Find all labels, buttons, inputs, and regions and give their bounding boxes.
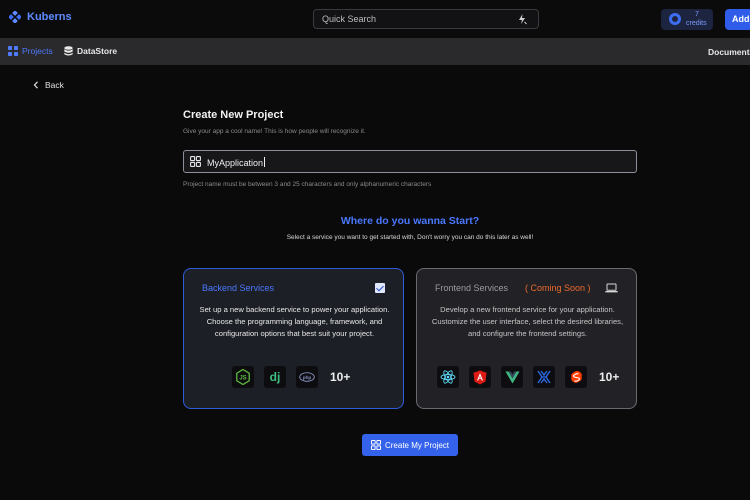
card-description: Develop a new frontend service for your …	[431, 305, 624, 338]
nav-bar: Projects DataStore Documentation	[0, 38, 750, 65]
backend-selected-checkbox[interactable]	[375, 283, 385, 293]
more-technologies: 10+	[599, 370, 620, 384]
start-heading: Where do you wanna Start?	[340, 215, 480, 227]
svelte-icon	[565, 366, 587, 388]
nav-item-datastore[interactable]: DataStore	[64, 46, 117, 56]
credits-label: credits	[686, 20, 707, 27]
top-bar: Kuberns Quick Search 7 credits Add New	[0, 0, 750, 38]
create-project-button[interactable]: Create My Project	[362, 434, 458, 456]
page-title: Create New Project	[183, 109, 284, 121]
quick-search-input[interactable]: Quick Search	[313, 9, 539, 29]
create-project-label: Create My Project	[384, 440, 450, 450]
frontend-services-card: Frontend Services ( Coming Soon ) Develo…	[416, 268, 637, 409]
webflow-icon	[533, 366, 555, 388]
card-title: Frontend Services	[435, 283, 509, 293]
grid-icon	[370, 440, 381, 450]
database-icon	[64, 46, 73, 56]
backend-services-card[interactable]: Backend Services Set up a new backend se…	[183, 268, 404, 409]
nav-item-label: DataStore	[77, 46, 118, 56]
card-description: Set up a new backend service to power yo…	[199, 305, 390, 338]
tech-icons: JS dj php 10+	[232, 366, 350, 388]
documentation-link[interactable]: Documentation	[708, 47, 750, 57]
app-logo[interactable]: Kuberns	[9, 11, 72, 23]
credits-icon	[669, 13, 681, 25]
django-icon: dj	[264, 366, 286, 388]
tech-icons: 10+	[437, 366, 619, 388]
react-icon	[437, 366, 459, 388]
nav-item-label: Projects	[22, 46, 53, 56]
app-name: Kuberns	[27, 11, 72, 23]
nav-item-projects[interactable]: Projects	[8, 46, 53, 56]
start-subheading: Select a service you want to get started…	[286, 234, 534, 241]
chevron-left-icon	[33, 81, 38, 89]
coming-soon-badge: ( Coming Soon )	[525, 283, 591, 293]
svg-text:php: php	[303, 375, 311, 380]
page-subtitle: Give your app a cool name! This is how p…	[183, 128, 366, 135]
svg-text:dj: dj	[270, 370, 281, 384]
grid-icon	[190, 156, 201, 167]
project-name-value: MyApplication	[207, 157, 266, 168]
project-name-input[interactable]: MyApplication	[183, 150, 637, 173]
svg-text:JS: JS	[239, 376, 246, 382]
back-label: Back	[45, 80, 64, 90]
nodejs-icon: JS	[232, 366, 254, 388]
angular-icon	[469, 366, 491, 388]
credits-count: 7	[695, 11, 699, 18]
more-technologies: 10+	[330, 370, 351, 384]
text-caret	[264, 157, 266, 167]
back-button[interactable]: Back	[33, 80, 64, 90]
add-new-label: Add New	[732, 14, 750, 24]
add-new-button[interactable]: Add New	[725, 9, 750, 30]
grid-icon	[8, 46, 18, 56]
vue-icon	[501, 366, 523, 388]
card-title: Backend Services	[202, 283, 275, 293]
kuberns-logo-icon	[9, 11, 21, 23]
laptop-icon	[605, 283, 618, 293]
project-name-hint: Project name must be between 3 and 25 ch…	[183, 181, 432, 188]
php-icon: php	[296, 366, 318, 388]
search-placeholder: Quick Search	[322, 14, 377, 24]
lightning-icon	[519, 14, 527, 25]
credits-badge[interactable]: 7 credits	[661, 9, 713, 30]
